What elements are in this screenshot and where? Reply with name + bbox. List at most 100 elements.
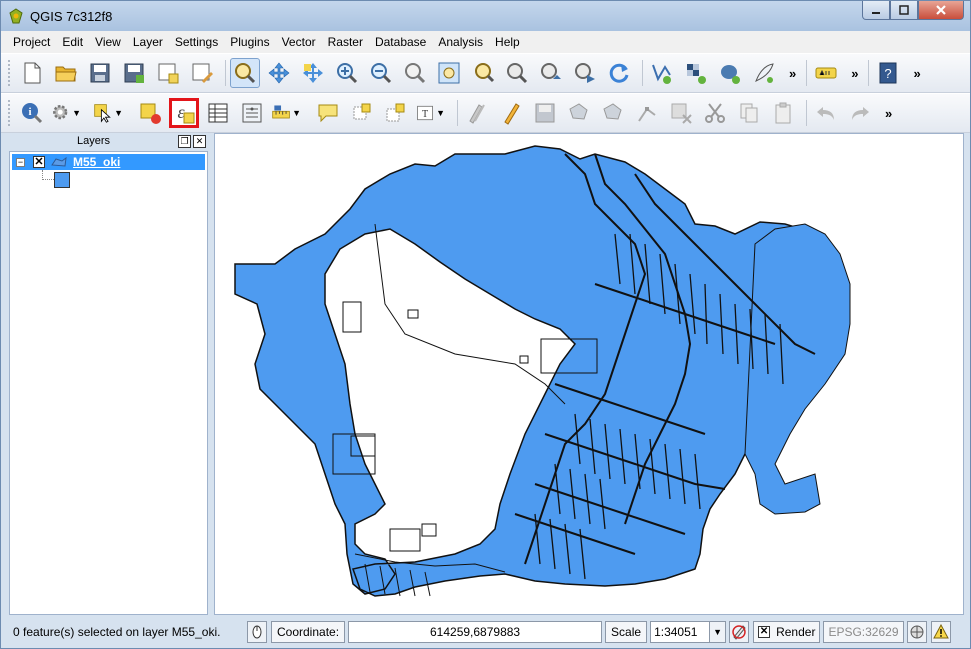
- toolbar-grip[interactable]: [7, 59, 11, 87]
- zoom-in-button[interactable]: [332, 58, 362, 88]
- menu-vector[interactable]: Vector: [282, 35, 316, 49]
- menu-project[interactable]: Project: [13, 35, 50, 49]
- toolbar-overflow-chevron-2[interactable]: »: [851, 66, 858, 81]
- select-by-expression-button[interactable]: ε: [169, 98, 199, 128]
- paste-features-button[interactable]: [768, 98, 798, 128]
- pan-map-button[interactable]: [230, 58, 260, 88]
- pan-to-selection-button[interactable]: [264, 58, 294, 88]
- help-button[interactable]: ?: [873, 58, 903, 88]
- toggle-editing-button[interactable]: [496, 98, 526, 128]
- open-attribute-table-button[interactable]: [203, 98, 233, 128]
- minimize-button[interactable]: [862, 1, 890, 20]
- layer-legend-symbol[interactable]: [54, 172, 70, 188]
- toggle-extents-button[interactable]: [247, 620, 267, 643]
- add-raster-layer-button[interactable]: [681, 58, 711, 88]
- label-tool-button[interactable]: [811, 58, 841, 88]
- layer-tree[interactable]: − ✕ M55_oki: [9, 151, 208, 615]
- menu-layer[interactable]: Layer: [133, 35, 163, 49]
- zoom-out-button[interactable]: [366, 58, 396, 88]
- select-arrow-icon: [94, 104, 111, 123]
- menu-plugins[interactable]: Plugins: [230, 35, 269, 49]
- toolbar-overflow-chevron-4[interactable]: »: [885, 106, 892, 121]
- menu-raster[interactable]: Raster: [328, 35, 363, 49]
- undo-button[interactable]: [811, 98, 841, 128]
- save-layer-edits-button[interactable]: [530, 98, 560, 128]
- chevron-down-icon: ▼: [436, 108, 445, 118]
- redo-button[interactable]: [845, 98, 875, 128]
- run-action-button[interactable]: ▼: [51, 98, 81, 128]
- new-project-button[interactable]: [17, 58, 47, 88]
- layer-name[interactable]: M55_oki: [73, 155, 120, 169]
- menu-help[interactable]: Help: [495, 35, 520, 49]
- text-annotation-icon: T: [417, 105, 433, 120]
- open-project-button[interactable]: [51, 58, 81, 88]
- crs-status-button[interactable]: [906, 620, 927, 643]
- measure-line-button[interactable]: ▼: [271, 98, 301, 128]
- maximize-button[interactable]: [890, 1, 918, 20]
- close-button[interactable]: [918, 1, 964, 20]
- add-feature-button[interactable]: [564, 98, 594, 128]
- composer-manager-button[interactable]: [187, 58, 217, 88]
- crs-indicator[interactable]: EPSG:32629: [823, 620, 904, 643]
- identify-features-button[interactable]: i: [17, 98, 47, 128]
- deselect-all-button[interactable]: [135, 98, 165, 128]
- close-panel-button[interactable]: ✕: [193, 134, 206, 148]
- new-print-composer-button[interactable]: [153, 58, 183, 88]
- zoom-full-button[interactable]: [434, 58, 464, 88]
- pan-selected-button[interactable]: [298, 58, 328, 88]
- select-features-button[interactable]: ▼: [93, 98, 123, 128]
- maximize-icon: [899, 5, 909, 15]
- zoom-to-selection-button[interactable]: [468, 58, 498, 88]
- toolbar-overflow-chevron-3[interactable]: »: [913, 66, 920, 81]
- chevron-down-icon: ▼: [72, 108, 81, 118]
- label-abc-icon: [815, 67, 837, 79]
- map-tips-button[interactable]: [313, 98, 343, 128]
- collapse-toggle[interactable]: −: [16, 157, 25, 167]
- menu-edit[interactable]: Edit: [62, 35, 83, 49]
- menu-analysis[interactable]: Analysis: [438, 35, 483, 49]
- stop-render-button[interactable]: [729, 620, 750, 643]
- move-feature-button[interactable]: [598, 98, 628, 128]
- menu-view[interactable]: View: [95, 35, 121, 49]
- paste-icon: [775, 102, 791, 124]
- refresh-button[interactable]: [604, 58, 634, 88]
- undock-panel-button[interactable]: ❐: [178, 134, 191, 148]
- zoom-layer-icon: [507, 63, 528, 84]
- map-rendering[interactable]: [215, 134, 964, 615]
- status-bar: 0 feature(s) selected on layer M55_oki. …: [1, 615, 970, 648]
- copy-features-button[interactable]: [734, 98, 764, 128]
- add-postgis-layer-button[interactable]: [715, 58, 745, 88]
- toolbar-grip[interactable]: [7, 99, 11, 127]
- messages-button[interactable]: [930, 620, 951, 643]
- new-shapefile-button[interactable]: [749, 58, 779, 88]
- map-canvas[interactable]: [214, 133, 964, 615]
- save-project-button[interactable]: [85, 58, 115, 88]
- zoom-to-layer-button[interactable]: [502, 58, 532, 88]
- add-vector-layer-button[interactable]: [647, 58, 677, 88]
- zoom-full-icon: [438, 62, 460, 84]
- field-calculator-button[interactable]: [237, 98, 267, 128]
- menu-settings[interactable]: Settings: [175, 35, 218, 49]
- cut-features-button[interactable]: [700, 98, 730, 128]
- current-edits-button[interactable]: [462, 98, 492, 128]
- menu-database[interactable]: Database: [375, 35, 426, 49]
- window-title: QGIS 7c312f8: [30, 8, 113, 24]
- text-annotation-button[interactable]: T ▼: [415, 98, 445, 128]
- render-checkbox[interactable]: ✕: [758, 625, 771, 638]
- coordinate-field[interactable]: 614259,6879883: [348, 620, 603, 643]
- delete-selected-button[interactable]: [666, 98, 696, 128]
- coordinate-label: Coordinate:: [271, 620, 346, 643]
- node-tool-button[interactable]: [632, 98, 662, 128]
- toolbar-overflow-chevron[interactable]: »: [789, 66, 796, 81]
- zoom-next-button[interactable]: [570, 58, 600, 88]
- save-as-button[interactable]: [119, 58, 149, 88]
- layer-visibility-checkbox[interactable]: ✕: [33, 156, 45, 168]
- show-bookmarks-button[interactable]: [381, 98, 411, 128]
- layer-item[interactable]: − ✕ M55_oki: [12, 154, 205, 170]
- new-bookmark-button[interactable]: [347, 98, 377, 128]
- zoom-actual-size-button[interactable]: [400, 58, 430, 88]
- render-toggle[interactable]: ✕ Render: [753, 620, 821, 643]
- pencil-icon: [504, 103, 520, 125]
- zoom-last-button[interactable]: [536, 58, 566, 88]
- scale-select[interactable]: 1:34051 ▼: [650, 620, 727, 643]
